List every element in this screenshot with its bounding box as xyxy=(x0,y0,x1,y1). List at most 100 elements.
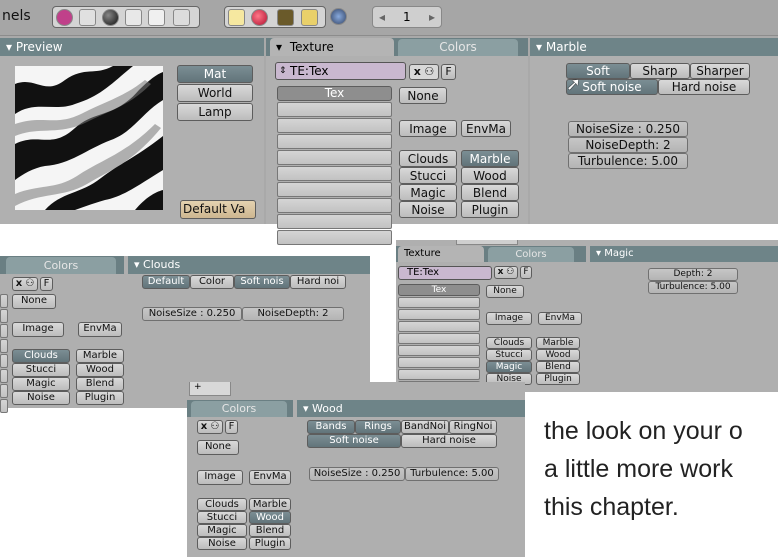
default-vars-button[interactable]: Default Va xyxy=(180,200,256,219)
tab-colors[interactable]: Colors xyxy=(488,247,574,262)
texture-slot-list[interactable] xyxy=(277,102,392,246)
stucci-button[interactable]: Stucci xyxy=(486,349,532,361)
mat-button[interactable]: Mat xyxy=(177,65,253,83)
plugin-button[interactable]: Plugin xyxy=(536,373,580,385)
image-button[interactable]: Image xyxy=(197,470,243,485)
noise-button[interactable]: Noise xyxy=(12,391,70,405)
clouds-button[interactable]: Clouds xyxy=(399,150,457,167)
delete-texture-button[interactable]: x ⚇ xyxy=(12,277,38,291)
depth-field[interactable]: Depth: 2 xyxy=(648,268,738,281)
wood-button[interactable]: Wood xyxy=(536,349,580,361)
plugin-button[interactable]: Plugin xyxy=(461,201,519,218)
texture-slot-list[interactable] xyxy=(0,294,8,414)
hard-noise-button[interactable]: Hard noi xyxy=(290,275,346,289)
material-red-icon[interactable] xyxy=(251,9,268,26)
shading-icon[interactable] xyxy=(56,9,73,26)
radiosity-icon[interactable] xyxy=(301,9,318,26)
wood-button[interactable]: Wood xyxy=(461,167,519,184)
marble-button[interactable]: Marble xyxy=(461,150,519,167)
tab-texture[interactable]: ▾ Texture xyxy=(270,38,394,56)
wood-button[interactable]: Wood xyxy=(76,363,124,377)
marble-button[interactable]: Marble xyxy=(536,337,580,349)
tab-colors[interactable]: Colors xyxy=(398,39,518,56)
delete-texture-button[interactable]: x ⚇ xyxy=(197,420,223,434)
clouds-button[interactable]: Clouds xyxy=(12,349,70,363)
object-icon[interactable] xyxy=(79,9,96,26)
envmap-button[interactable]: EnvMa xyxy=(538,312,582,325)
fake-user-button[interactable]: F xyxy=(520,266,532,279)
delete-texture-button[interactable]: x ⚇ xyxy=(494,266,518,279)
texture-slot-list[interactable] xyxy=(398,297,480,393)
world-button[interactable]: World xyxy=(177,84,253,102)
clouds-button[interactable]: Clouds xyxy=(486,337,532,349)
fake-user-button[interactable]: F xyxy=(225,420,238,434)
bandnoise-button[interactable]: BandNoi xyxy=(401,420,449,434)
world-icon[interactable] xyxy=(330,8,347,25)
hard-noise-button[interactable]: Hard noise xyxy=(401,434,497,448)
clouds-header[interactable]: ▾ Clouds xyxy=(128,256,370,274)
magic-button[interactable]: Magic xyxy=(399,184,457,201)
texture-slot-tex[interactable]: Tex xyxy=(277,86,392,101)
texture-pattern-icon[interactable] xyxy=(277,9,294,26)
page-spinner[interactable]: ◂ 1 ▸ xyxy=(372,6,442,28)
plugin-button[interactable]: Plugin xyxy=(76,391,124,405)
hard-noise-button[interactable]: Hard noise xyxy=(658,79,750,95)
fake-user-button[interactable]: F xyxy=(441,64,456,80)
turbulence-field[interactable]: Turbulence: 5.00 xyxy=(405,467,499,481)
stucci-button[interactable]: Stucci xyxy=(197,511,247,524)
image-button[interactable]: Image xyxy=(12,322,64,337)
texture-selector[interactable]: ⇕ TE:Tex xyxy=(275,62,406,80)
material-sphere-icon[interactable] xyxy=(102,9,119,26)
texture-icon[interactable] xyxy=(148,9,165,26)
magic-button[interactable]: Magic xyxy=(486,361,532,373)
lamp-button[interactable]: Lamp xyxy=(177,103,253,121)
none-button[interactable]: None xyxy=(197,440,239,455)
noise-button[interactable]: Noise xyxy=(197,537,247,550)
noise-button[interactable]: Noise xyxy=(399,201,457,218)
image-button[interactable]: Image xyxy=(399,120,457,137)
envmap-button[interactable]: EnvMa xyxy=(461,120,511,137)
image-icon[interactable] xyxy=(173,9,190,26)
blend-button[interactable]: Blend xyxy=(76,377,124,391)
delete-texture-button[interactable]: x ⚇ xyxy=(409,64,439,80)
none-button[interactable]: None xyxy=(486,285,524,298)
envmap-button[interactable]: EnvMa xyxy=(78,322,122,337)
texture-selector[interactable]: TE:Tex xyxy=(398,266,492,280)
rings-button[interactable]: Rings xyxy=(355,420,401,434)
magic-button[interactable]: Magic xyxy=(12,377,70,391)
preview-header[interactable]: ▾ Preview xyxy=(0,38,264,56)
bands-button[interactable]: Bands xyxy=(307,420,355,434)
none-button[interactable]: None xyxy=(12,294,56,309)
noisesize-field[interactable]: NoiseSize : 0.250 xyxy=(568,121,688,137)
envmap-button[interactable]: EnvMa xyxy=(249,470,291,485)
color-button[interactable]: Color xyxy=(190,275,234,289)
tab-colors[interactable]: Colors xyxy=(191,401,287,417)
magic-header[interactable]: ▾ Magic xyxy=(590,246,778,262)
noisedepth-field[interactable]: NoiseDepth: 2 xyxy=(242,307,344,321)
marble-header[interactable]: ▾ Marble xyxy=(530,38,778,56)
fake-user-button[interactable]: F xyxy=(40,277,53,291)
constraint-icon[interactable] xyxy=(125,9,142,26)
turbulence-field[interactable]: Turbulence: 5.00 xyxy=(648,281,738,294)
noisedepth-field[interactable]: NoiseDepth: 2 xyxy=(568,137,688,153)
default-button[interactable]: Default xyxy=(142,275,190,289)
stucci-button[interactable]: Stucci xyxy=(399,167,457,184)
turbulence-field[interactable]: Turbulence: 5.00 xyxy=(568,153,688,169)
clouds-button[interactable]: Clouds xyxy=(197,498,247,511)
tab-texture[interactable]: Texture xyxy=(398,246,484,262)
lamp-icon[interactable] xyxy=(228,9,245,26)
marble-button[interactable]: Marble xyxy=(76,349,124,363)
chevron-left-icon[interactable]: ◂ xyxy=(379,10,385,24)
none-button[interactable]: None xyxy=(399,87,447,104)
sharper-button[interactable]: Sharper xyxy=(690,63,750,79)
noisesize-field[interactable]: NoiseSize : 0.250 xyxy=(309,467,405,481)
texture-slot-tex[interactable]: Tex xyxy=(398,284,480,296)
wood-header[interactable]: ▾ Wood xyxy=(297,400,525,417)
plugin-button[interactable]: Plugin xyxy=(249,537,291,550)
soft-noise-button[interactable]: Soft nois xyxy=(234,275,290,289)
tab-colors[interactable]: Colors xyxy=(6,257,116,274)
soft-noise-button[interactable]: Soft noise xyxy=(307,434,401,448)
blend-button[interactable]: Blend xyxy=(249,524,291,537)
chevron-right-icon[interactable]: ▸ xyxy=(429,10,435,24)
image-button[interactable]: Image xyxy=(486,312,532,325)
